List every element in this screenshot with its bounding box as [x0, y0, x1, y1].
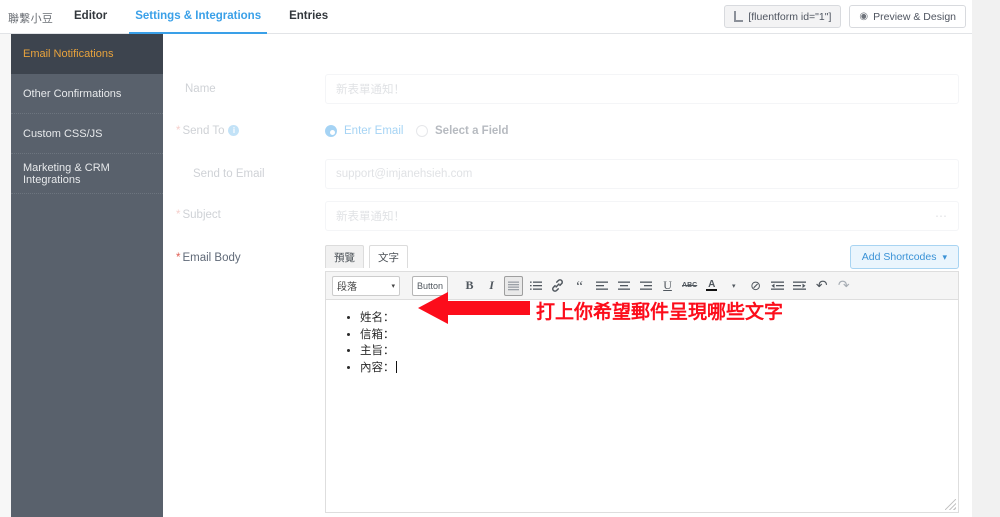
align-center-glyph: [617, 281, 630, 290]
info-icon[interactable]: i: [228, 125, 240, 137]
sidebar-item-label: Email Notifications: [23, 48, 114, 60]
name-input[interactable]: 新表單通知！: [325, 74, 959, 104]
bulleted-list-glyph: [508, 281, 520, 290]
ellipsis-icon[interactable]: ⋯: [935, 209, 948, 223]
subject-label: * Subject: [176, 209, 221, 221]
radio-dot-icon: [325, 125, 337, 137]
top-actions: [fluentform id="1"] ◉ Preview & Design: [724, 5, 966, 28]
indent-icon[interactable]: [790, 276, 809, 296]
undo-icon[interactable]: ↶: [812, 276, 831, 296]
chevron-down-icon: ▾: [391, 282, 395, 290]
settings-sidebar: Email Notifications Other Confirmations …: [11, 34, 163, 517]
blockquote-icon[interactable]: “: [570, 276, 589, 296]
shortcode-button[interactable]: [fluentform id="1"]: [724, 5, 842, 28]
page-right-gutter: [972, 0, 1000, 517]
chevron-down-icon: ▾: [942, 251, 947, 262]
radio-enter-email[interactable]: Enter Email: [325, 125, 403, 137]
subject-input[interactable]: 新表單通知！ ⋯: [325, 201, 959, 231]
strikethrough-icon[interactable]: ABC: [680, 276, 699, 296]
sidebar-item-marketing-crm-integrations[interactable]: Marketing & CRM Integrations: [11, 154, 163, 194]
preview-design-button[interactable]: ◉ Preview & Design: [849, 5, 966, 28]
send-to-label: * Send To i: [176, 125, 240, 137]
radio-enter-email-label: Enter Email: [344, 125, 404, 137]
sidebar-item-label: Other Confirmations: [23, 87, 122, 100]
shortcode-button-label: [fluentform id="1"]: [748, 10, 832, 23]
align-center-icon[interactable]: [614, 276, 633, 296]
sidebar-item-other-confirmations[interactable]: Other Confirmations: [11, 74, 163, 114]
sidebar-item-email-notifications[interactable]: Email Notifications: [11, 34, 163, 74]
outdent-glyph: [771, 281, 785, 290]
editor-tab-text[interactable]: 文字: [369, 245, 408, 268]
email-body-label: * Email Body: [176, 252, 241, 264]
annotation-text: 打上你希望郵件呈現哪些文字: [536, 302, 784, 323]
bracket-icon: [734, 11, 744, 22]
editor-content-area[interactable]: 姓名： 信箱： 主旨： 內容：: [326, 300, 958, 512]
chevron-down-icon[interactable]: ▾: [724, 276, 743, 296]
send-to-email-label: Send to Email: [193, 168, 265, 180]
send-to-email-input[interactable]: support@imjanehsieh.com: [325, 159, 959, 189]
paragraph-format-select[interactable]: 段落 ▾: [332, 275, 400, 296]
required-marker: *: [176, 252, 181, 264]
align-right-glyph: [639, 281, 652, 290]
text-color-icon[interactable]: A: [702, 276, 721, 296]
list-item: 信箱：: [360, 327, 397, 344]
left-arrow-icon: [418, 292, 530, 324]
link-glyph: [552, 279, 563, 292]
add-shortcodes-label: Add Shortcodes: [861, 251, 937, 263]
site-brand: 聯繫小豆: [8, 13, 54, 25]
radio-select-a-field[interactable]: Select a Field: [416, 125, 509, 137]
radio-select-a-field-label: Select a Field: [435, 125, 509, 137]
required-marker: *: [176, 209, 181, 221]
outdent-icon[interactable]: [768, 276, 787, 296]
clear-formatting-icon[interactable]: ⊘: [746, 276, 765, 296]
text-cursor: [395, 360, 397, 373]
settings-main-panel: Name 新表單通知！ * Send To i Enter Email Select…: [163, 34, 972, 517]
tab-editor[interactable]: Editor: [60, 0, 121, 34]
align-left-icon[interactable]: [592, 276, 611, 296]
tab-entries[interactable]: Entries: [275, 0, 342, 34]
subject-value: 新表單通知！: [336, 211, 405, 223]
underline-icon[interactable]: U: [658, 276, 677, 296]
radio-dot-icon: [416, 125, 428, 137]
sidebar-item-label: Marketing & CRM Integrations: [23, 161, 110, 186]
redo-icon[interactable]: ↷: [834, 276, 853, 296]
page-left-gutter: [0, 34, 11, 517]
list-item: 主旨：: [360, 343, 397, 360]
name-label: Name: [185, 83, 216, 95]
list-item: 姓名：: [360, 310, 397, 327]
tab-settings-integrations[interactable]: Settings & Integrations: [121, 0, 275, 34]
top-bar: 聯繫小豆 Editor Settings & Integrations Entr…: [0, 0, 972, 34]
send-to-email-value: support@imjanehsieh.com: [336, 168, 473, 180]
list-item: 內容：: [360, 360, 397, 377]
preview-design-label: Preview & Design: [873, 10, 956, 23]
sidebar-item-label: Custom CSS/JS: [23, 127, 103, 140]
name-input-value: 新表單通知！: [336, 84, 405, 96]
link-icon[interactable]: [548, 276, 567, 296]
sidebar-item-custom-css-js[interactable]: Custom CSS/JS: [11, 114, 163, 154]
editor-bullet-list: 姓名： 信箱： 主旨： 內容：: [350, 310, 397, 376]
editor-mode-tabs: 預覽 文字: [325, 245, 408, 268]
editor-tab-visual[interactable]: 預覽: [325, 245, 364, 268]
numbered-list-glyph: [529, 281, 542, 290]
indent-glyph: [793, 281, 807, 290]
align-left-glyph: [595, 281, 608, 290]
paragraph-format-value: 段落: [337, 282, 357, 293]
app-root: 聯繫小豆 Editor Settings & Integrations Entr…: [0, 0, 1000, 517]
eye-icon: ◉: [859, 11, 869, 22]
main-tabs: Editor Settings & Integrations Entries: [60, 0, 342, 34]
editor-resize-handle[interactable]: [945, 499, 956, 510]
align-right-icon[interactable]: [636, 276, 655, 296]
add-shortcodes-button[interactable]: Add Shortcodes ▾: [849, 245, 959, 269]
required-marker: *: [176, 125, 181, 137]
